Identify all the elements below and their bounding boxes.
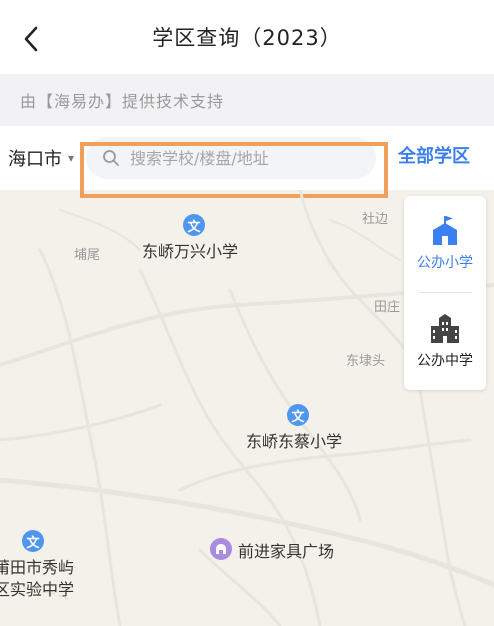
building-icon xyxy=(431,314,459,343)
school-icon xyxy=(433,216,457,245)
page-title: 学区查询（2023） xyxy=(152,26,342,50)
city-label: 海口市 xyxy=(8,149,62,170)
map-label-dongqiao-wanxing[interactable]: 东峤万兴小学 xyxy=(142,238,238,262)
notice-text: 由【海易办】提供技术支持 xyxy=(20,92,225,111)
search-input[interactable] xyxy=(128,147,362,169)
map-label-shebian: 社边 xyxy=(362,212,389,227)
public-primary-label: 公办小学 xyxy=(417,255,473,271)
public-primary-school-toggle[interactable]: 公办小学 xyxy=(404,196,486,292)
caret-down-icon: ▾ xyxy=(68,151,75,165)
app-header: 学区查询（2023） xyxy=(0,0,494,74)
side-divider xyxy=(418,292,472,293)
shop-icon xyxy=(216,544,226,554)
search-icon xyxy=(103,150,119,166)
public-middle-school-toggle[interactable]: 公办中学 xyxy=(404,294,486,390)
public-middle-label: 公办中学 xyxy=(417,353,473,369)
map-label-tianzhuang: 田庄 xyxy=(374,300,401,315)
map-label-putian-line2[interactable]: 区实验中学 xyxy=(0,576,74,600)
map-label-putian-line1[interactable]: 莆田市秀屿 xyxy=(0,554,74,578)
city-select[interactable]: 海口市 ▾ xyxy=(8,142,74,174)
all-districts-link[interactable]: 全部学区 xyxy=(398,142,470,168)
map-label-puwei: 埔尾 xyxy=(74,248,101,263)
school-type-panel: 公办小学 公办中学 xyxy=(404,196,486,390)
school-poi-icon[interactable]: 文 xyxy=(22,530,44,552)
map-label-qianjin-furniture[interactable]: 前进家具广场 xyxy=(238,538,334,562)
school-poi-icon[interactable]: 文 xyxy=(183,214,205,236)
tech-support-notice: 由【海易办】提供技术支持 xyxy=(0,74,494,126)
search-row: 海口市 ▾ 全部学区 xyxy=(0,126,494,190)
shopping-poi-icon[interactable] xyxy=(210,538,232,560)
map-label-dongqiao-dongcai[interactable]: 东峤东蔡小学 xyxy=(246,428,342,452)
back-button[interactable] xyxy=(14,22,48,56)
search-box[interactable] xyxy=(86,137,376,179)
school-poi-icon[interactable]: 文 xyxy=(287,404,309,426)
map-label-donglitou: 东埭头 xyxy=(346,354,386,369)
chevron-left-icon xyxy=(24,26,38,52)
